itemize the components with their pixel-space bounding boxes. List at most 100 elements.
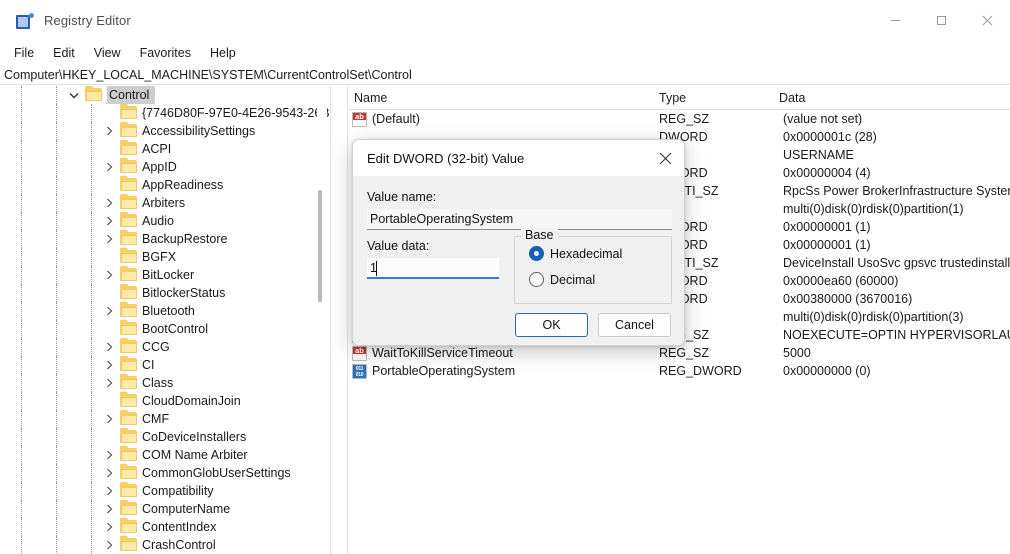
tree-item-label: Arbiters: [142, 196, 186, 210]
column-header-data[interactable]: Data: [774, 86, 1010, 110]
expand-chevron-icon[interactable]: [101, 410, 117, 428]
base-group-label: Base: [521, 228, 558, 242]
tree-item-clouddomainjoin[interactable]: CloudDomainJoin: [0, 392, 330, 410]
tree-item-label: CrashControl: [142, 538, 216, 552]
tree-item-bgfx[interactable]: BGFX: [0, 248, 330, 266]
list-row[interactable]: 011 010 PortableOperatingSystem REG_DWORD 0x…: [349, 362, 1010, 380]
expand-chevron-icon[interactable]: [101, 464, 117, 482]
close-icon[interactable]: [964, 0, 1010, 41]
expand-chevron-icon[interactable]: [101, 158, 117, 176]
tree-item-control[interactable]: Control: [0, 86, 330, 104]
minimize-icon[interactable]: [872, 0, 918, 41]
cell-data: NOEXECUTE=OPTIN HYPERVISORLAUNCHT: [783, 328, 1010, 342]
cell-data: 0x0000001c (28): [783, 130, 877, 144]
tree-item-codeviceinstallers[interactable]: CoDeviceInstallers: [0, 428, 330, 446]
tree-item-computername[interactable]: ComputerName: [0, 500, 330, 518]
tree-item-bitlocker[interactable]: BitLocker: [0, 266, 330, 284]
tree-scrollbar-thumb[interactable]: [318, 190, 322, 302]
expand-chevron-icon[interactable]: [101, 194, 117, 212]
tree-item-label: BootControl: [142, 322, 209, 336]
tree-item-crashcontrol[interactable]: CrashControl: [0, 536, 330, 554]
cell-name: ab (Default): [349, 110, 654, 128]
cell-name: 011 010 PortableOperatingSystem: [349, 362, 654, 380]
expand-chevron-icon[interactable]: [101, 230, 117, 248]
tree-item-cmf[interactable]: CMF: [0, 410, 330, 428]
folder-icon: [120, 518, 137, 534]
value-data-input[interactable]: [367, 258, 499, 279]
dialog-title-bar: Edit DWORD (32-bit) Value: [353, 140, 684, 176]
tree-item-label: COM Name Arbiter: [142, 448, 248, 462]
folder-icon: [120, 176, 137, 192]
tree-item-bluetooth[interactable]: Bluetooth: [0, 302, 330, 320]
cancel-button[interactable]: Cancel: [598, 313, 671, 337]
tree-item-label: {7746D80F-97E0-4E26-9543-26B41FC2…: [142, 106, 330, 120]
expand-chevron-icon[interactable]: [101, 356, 117, 374]
dword-value-icon: 011 010: [352, 363, 367, 379]
tree-item-label: ContentIndex: [142, 520, 217, 534]
radio-decimal-indicator: [529, 272, 544, 287]
ok-button[interactable]: OK: [515, 313, 588, 337]
tree-item-class[interactable]: Class: [0, 374, 330, 392]
folder-icon: [120, 374, 137, 390]
folder-icon: [120, 338, 137, 354]
menu-edit[interactable]: Edit: [44, 44, 84, 62]
radio-decimal[interactable]: Decimal: [529, 272, 595, 287]
list-header: Name Type Data: [349, 86, 1010, 110]
expand-chevron-icon[interactable]: [101, 518, 117, 536]
expand-chevron-icon[interactable]: [101, 374, 117, 392]
value-name-input[interactable]: [367, 209, 672, 230]
tree-item-appreadiness[interactable]: AppReadiness: [0, 176, 330, 194]
tree-item-appid[interactable]: AppID: [0, 158, 330, 176]
cell-data: 0x0000ea60 (60000): [783, 274, 899, 288]
list-row[interactable]: ab (Default) REG_SZ (value not set): [349, 110, 1010, 128]
tree-item-bitlockerstatus[interactable]: BitlockerStatus: [0, 284, 330, 302]
expand-chevron-icon[interactable]: [101, 536, 117, 554]
tree-item-label: BitLocker: [142, 268, 195, 282]
expand-chevron-icon[interactable]: [101, 482, 117, 500]
radio-decimal-label: Decimal: [550, 272, 596, 287]
radio-hexadecimal[interactable]: Hexadecimal: [529, 246, 622, 261]
radio-hexadecimal-label: Hexadecimal: [550, 246, 623, 261]
tree-item-contentindex[interactable]: ContentIndex: [0, 518, 330, 536]
tree-item-compatibility[interactable]: Compatibility: [0, 482, 330, 500]
tree-item-accessibilitysettings[interactable]: AccessibilitySettings: [0, 122, 330, 140]
menu-favorites[interactable]: Favorites: [131, 44, 200, 62]
tree-item-commonglobusersettings[interactable]: CommonGlobUserSettings: [0, 464, 330, 482]
expand-chevron-icon[interactable]: [101, 446, 117, 464]
tree-scrollbar[interactable]: [317, 86, 327, 554]
cell-data: 0x00000004 (4): [783, 166, 871, 180]
expand-chevron-icon[interactable]: [101, 122, 117, 140]
registry-tree[interactable]: Control {7746D80F-97E0-4E26-9543-26B41FC2…: [0, 86, 330, 554]
menu-file[interactable]: File: [5, 44, 43, 62]
tree-item-arbiters[interactable]: Arbiters: [0, 194, 330, 212]
collapse-chevron-icon[interactable]: [66, 86, 82, 104]
cell-data: DeviceInstall UsoSvc gpsvc trustedinstal…: [783, 256, 1010, 270]
tree-item-com-name-arbiter[interactable]: COM Name Arbiter: [0, 446, 330, 464]
list-row[interactable]: ab WaitToKillServiceTimeout REG_SZ 5000: [349, 344, 1010, 362]
column-header-type[interactable]: Type: [654, 86, 774, 110]
expand-chevron-icon[interactable]: [101, 302, 117, 320]
tree-item-7746d80f-97e0-4e26-9543-26b41fc2[interactable]: {7746D80F-97E0-4E26-9543-26B41FC2…: [0, 104, 330, 122]
expand-chevron-icon[interactable]: [101, 338, 117, 356]
tree-item-label: CommonGlobUserSettings: [142, 466, 291, 480]
tree-item-acpi[interactable]: ACPI: [0, 140, 330, 158]
maximize-icon[interactable]: [918, 0, 964, 41]
address-bar[interactable]: Computer\HKEY_LOCAL_MACHINE\SYSTEM\Curre…: [0, 65, 1010, 85]
tree-item-audio[interactable]: Audio: [0, 212, 330, 230]
folder-icon: [120, 140, 137, 156]
expand-chevron-icon[interactable]: [101, 500, 117, 518]
tree-item-ccg[interactable]: CCG: [0, 338, 330, 356]
cell-type: REG_SZ: [659, 112, 710, 126]
menu-view[interactable]: View: [85, 44, 130, 62]
pane-splitter[interactable]: [330, 86, 348, 554]
expand-chevron-icon[interactable]: [101, 266, 117, 284]
column-header-name[interactable]: Name: [349, 86, 654, 110]
folder-icon: [120, 230, 137, 246]
tree-item-ci[interactable]: CI: [0, 356, 330, 374]
menu-help[interactable]: Help: [201, 44, 245, 62]
tree-item-backuprestore[interactable]: BackupRestore: [0, 230, 330, 248]
dialog-close-icon[interactable]: [644, 140, 684, 176]
tree-item-bootcontrol[interactable]: BootControl: [0, 320, 330, 338]
expand-chevron-icon[interactable]: [101, 212, 117, 230]
folder-icon: [120, 248, 137, 264]
